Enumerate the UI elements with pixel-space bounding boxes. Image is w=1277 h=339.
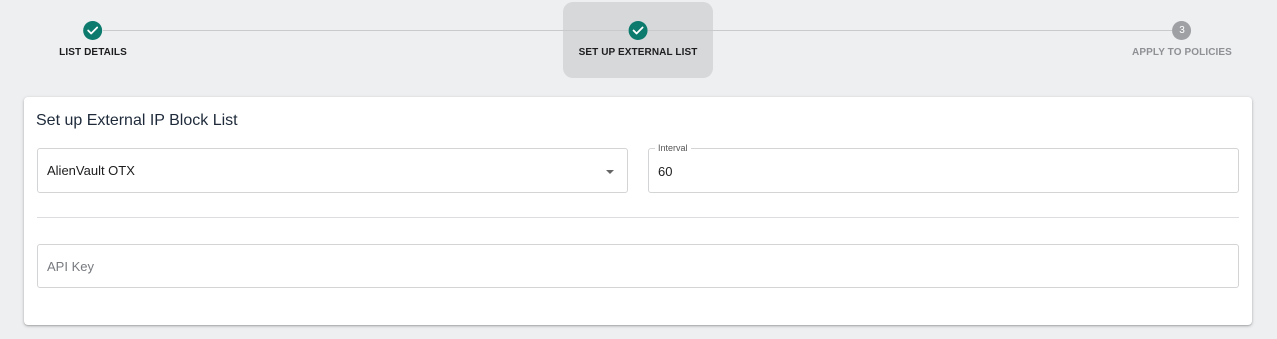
step-set-up-external-list[interactable]: SET UP EXTERNAL LIST	[579, 0, 698, 58]
step-label: LIST DETAILS	[59, 47, 127, 58]
step-apply-to-policies[interactable]: 3 APPLY TO POLICIES	[1132, 0, 1232, 58]
interval-field[interactable]: Interval 60	[648, 143, 1239, 193]
source-select-value: AlienVault OTX	[47, 163, 135, 178]
stepper-connector	[103, 30, 628, 31]
source-select[interactable]: AlienVault OTX	[37, 148, 628, 193]
stepper-connector	[648, 30, 1172, 31]
step-label: SET UP EXTERNAL LIST	[578, 47, 698, 58]
card-title: Set up External IP Block List	[36, 112, 238, 129]
caret-down-icon	[606, 170, 614, 174]
external-list-card: Set up External IP Block List AlienVault…	[24, 97, 1252, 325]
api-key-input[interactable]	[38, 245, 1238, 287]
interval-value: 60	[658, 164, 673, 179]
stepper: LIST DETAILS SET UP EXTERNAL LIST 3 APPL…	[0, 0, 1277, 90]
api-key-field[interactable]	[37, 244, 1239, 288]
check-icon	[83, 21, 103, 40]
step-number-badge: 3	[1172, 21, 1192, 40]
check-icon	[628, 21, 648, 40]
step-label: APPLY TO POLICIES	[1132, 47, 1232, 58]
step-list-details[interactable]: LIST DETAILS	[59, 0, 127, 58]
interval-label: Interval	[655, 143, 691, 153]
divider	[37, 217, 1239, 218]
